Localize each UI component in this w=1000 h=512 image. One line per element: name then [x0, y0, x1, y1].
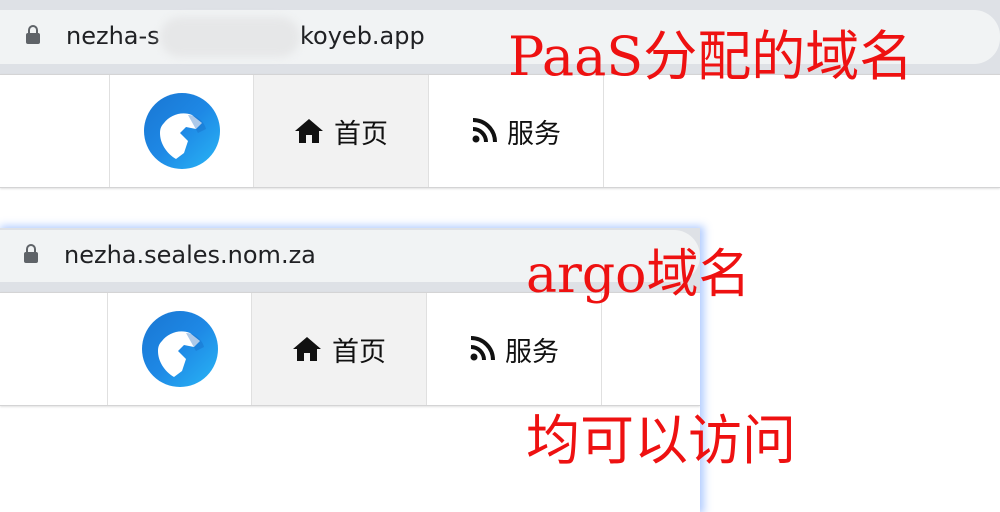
url-suffix: koyeb.app	[300, 22, 425, 50]
annotation-both-accessible: 均可以访问	[526, 409, 796, 472]
nav-service[interactable]: 服务	[428, 75, 603, 187]
redacted-url-part	[160, 17, 300, 57]
nezha-logo-icon	[141, 311, 218, 387]
nav-service-label: 服务	[505, 336, 559, 368]
nezha-logo-icon	[143, 93, 220, 169]
nav-empty-cell	[601, 293, 700, 405]
nav-home[interactable]: 首页	[253, 75, 428, 187]
annotation-paas-domain: PaaS分配的域名	[508, 25, 914, 88]
rss-icon	[472, 118, 497, 143]
nav-divider	[603, 75, 604, 187]
home-icon	[295, 119, 323, 143]
site-nav: 首页 服务	[0, 292, 700, 406]
nav-home-label: 首页	[334, 118, 388, 150]
nav-service-label: 服务	[507, 118, 561, 150]
lock-icon[interactable]	[24, 244, 38, 263]
rss-icon	[470, 336, 495, 361]
nav-service[interactable]: 服务	[426, 293, 601, 405]
nav-home-label: 首页	[332, 336, 386, 368]
logo-link[interactable]	[107, 293, 251, 405]
nav-home[interactable]: 首页	[251, 293, 426, 405]
annotation-argo-domain: argo域名	[526, 245, 751, 305]
home-icon	[293, 337, 321, 361]
logo-link[interactable]	[109, 75, 253, 187]
url-prefix: nezha-s	[66, 22, 160, 50]
url-text: nezha.seales.nom.za	[64, 241, 316, 269]
site-nav: 首页 服务	[0, 74, 1000, 188]
lock-icon[interactable]	[26, 25, 40, 44]
